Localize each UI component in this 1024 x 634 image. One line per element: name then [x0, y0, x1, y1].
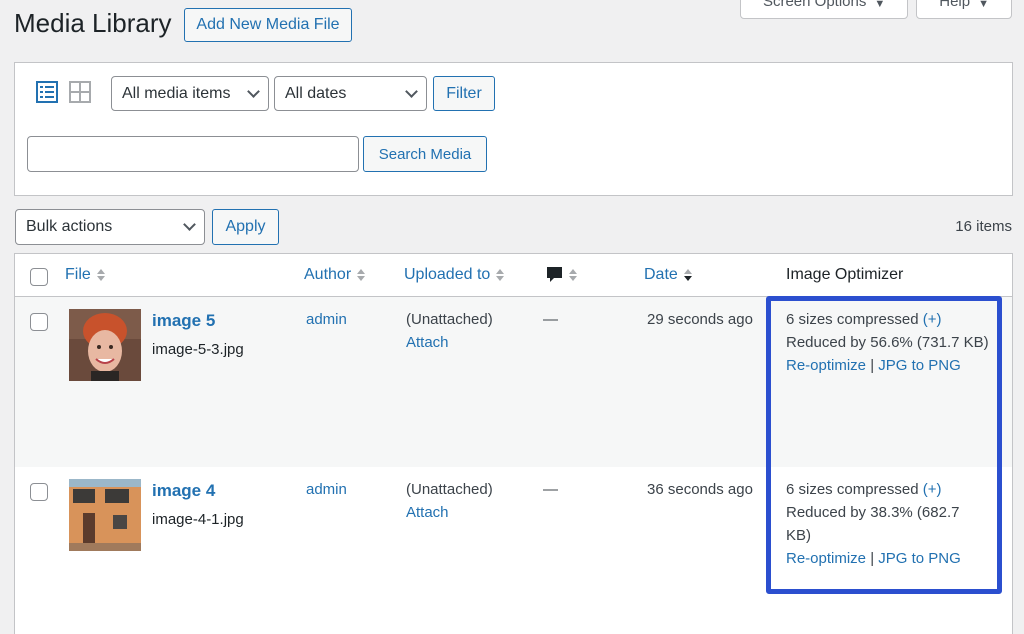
sort-icon [496, 269, 505, 281]
page-title: Media Library [14, 8, 172, 38]
date-select[interactable]: All dates [274, 76, 427, 111]
row-checkbox[interactable] [30, 313, 48, 331]
column-author-label: Author [304, 266, 352, 283]
uploaded-to-value: (Unattached) [406, 311, 493, 328]
sort-desc-icon [683, 269, 692, 281]
search-media-button[interactable]: Search Media [363, 136, 487, 172]
grid-view-icon[interactable] [69, 81, 91, 103]
table-header: File Author Uploaded to Date Image Optim… [15, 254, 1012, 297]
add-new-media-button[interactable]: Add New Media File [184, 8, 352, 42]
media-filter-box: All media items All dates Filter Search … [14, 62, 1013, 196]
media-type-select[interactable]: All media items [111, 76, 269, 111]
sort-icon [357, 269, 366, 281]
row-checkbox[interactable] [30, 483, 48, 501]
caret-down-icon: ▼ [978, 0, 989, 10]
help-label: Help [939, 0, 971, 10]
media-filename: image-4-1.jpg [152, 511, 244, 528]
author-link[interactable]: admin [306, 311, 347, 328]
bulk-actions-select[interactable]: Bulk actions [15, 209, 205, 245]
uploaded-to-value: (Unattached) [406, 481, 493, 498]
comment-icon [547, 267, 562, 282]
author-link[interactable]: admin [306, 481, 347, 498]
column-uploaded-to[interactable]: Uploaded to [404, 266, 505, 284]
media-thumbnail[interactable] [69, 479, 141, 551]
optimizer-highlight-box [766, 296, 1002, 594]
media-type-value: All media items [122, 84, 231, 102]
comments-count: — [543, 481, 558, 498]
sort-icon [96, 269, 105, 281]
column-comments[interactable] [546, 266, 577, 284]
items-count: 16 items [955, 218, 1012, 235]
select-all-checkbox[interactable] [30, 268, 48, 286]
chevron-down-icon [247, 84, 260, 98]
chevron-down-icon [183, 218, 196, 231]
screen-options-label: Screen Options [762, 0, 867, 10]
screen-meta-tabs: Screen Options ▼ Help ▼ [739, 0, 1012, 19]
column-date[interactable]: Date [644, 266, 692, 284]
column-author[interactable]: Author [304, 266, 366, 284]
attach-link[interactable]: Attach [406, 331, 493, 354]
bulk-actions-value: Bulk actions [26, 218, 113, 235]
list-view-icon[interactable] [36, 81, 58, 103]
column-file-label: File [65, 266, 91, 283]
attach-link[interactable]: Attach [406, 501, 493, 524]
column-uploaded-to-label: Uploaded to [404, 266, 491, 283]
column-file[interactable]: File [65, 266, 105, 284]
column-image-optimizer: Image Optimizer [786, 266, 904, 283]
media-title-link[interactable]: image 5 [152, 311, 215, 331]
screen-options-button[interactable]: Screen Options ▼ [739, 0, 909, 19]
uploaded-to-cell: (Unattached) Attach [406, 308, 493, 354]
sort-icon [569, 269, 577, 281]
help-button[interactable]: Help ▼ [916, 0, 1012, 19]
apply-button[interactable]: Apply [212, 209, 279, 245]
media-title-link[interactable]: image 4 [152, 481, 215, 501]
search-input[interactable] [27, 136, 359, 172]
media-thumbnail[interactable] [69, 309, 141, 381]
comments-count: — [543, 311, 558, 328]
upload-date: 29 seconds ago [647, 311, 753, 328]
filter-button[interactable]: Filter [433, 76, 495, 111]
media-filename: image-5-3.jpg [152, 341, 244, 358]
uploaded-to-cell: (Unattached) Attach [406, 478, 493, 524]
date-value: All dates [285, 84, 347, 102]
caret-down-icon: ▼ [874, 0, 886, 10]
upload-date: 36 seconds ago [647, 481, 753, 498]
chevron-down-icon [405, 84, 418, 98]
column-date-label: Date [644, 266, 678, 283]
